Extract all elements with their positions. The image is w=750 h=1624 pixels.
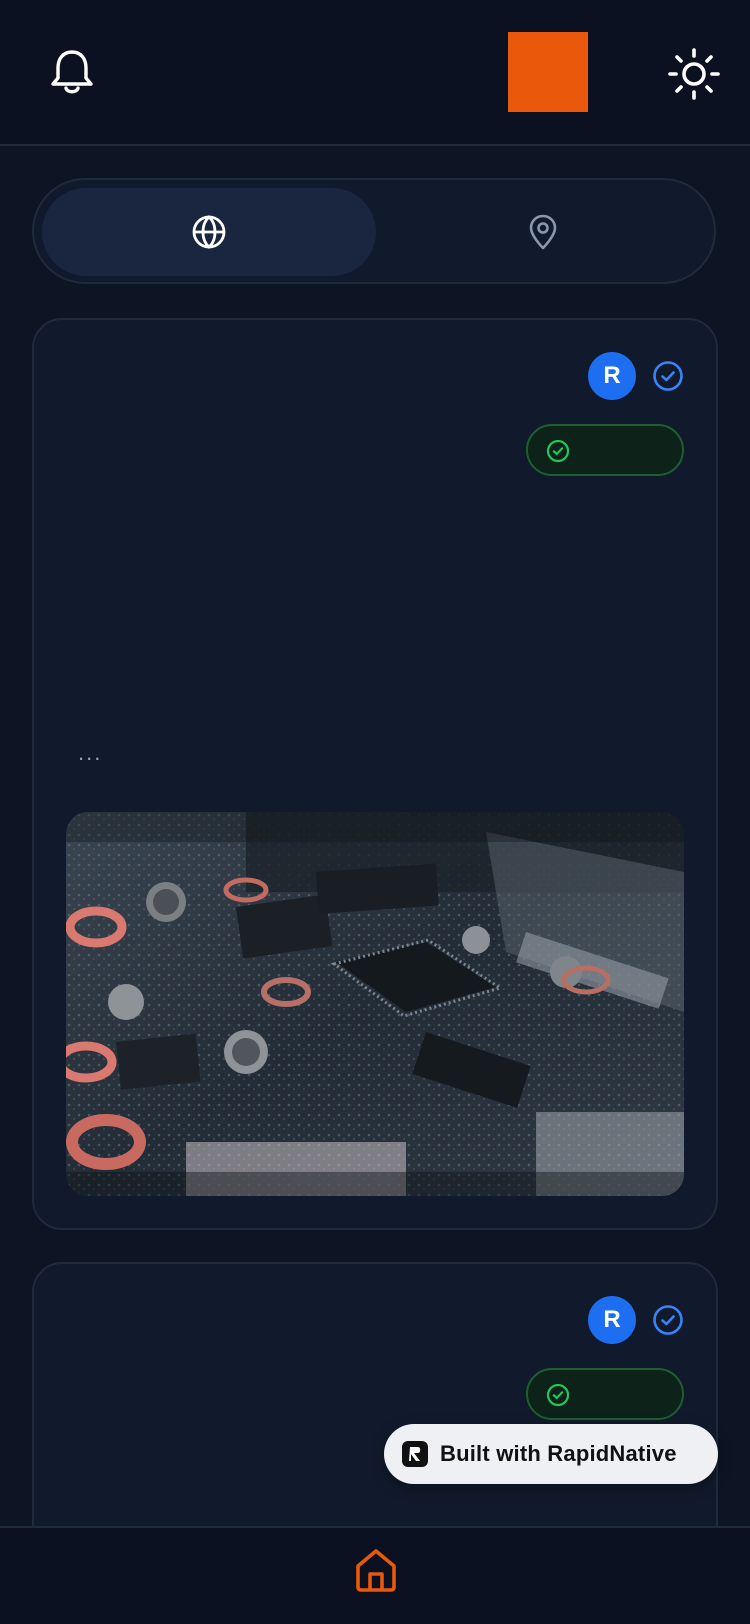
sun-icon[interactable] (668, 48, 720, 100)
globe-icon (192, 215, 226, 249)
status-badge (526, 1368, 684, 1420)
more-text[interactable]: ... (78, 740, 102, 766)
bell-icon[interactable] (48, 46, 96, 96)
avatar[interactable]: R (588, 352, 636, 400)
brand-logo (508, 32, 588, 112)
check-circle-icon (652, 360, 684, 392)
circuit-board-photo[interactable] (66, 812, 684, 1196)
post-card: R ... (32, 318, 718, 1230)
tab-nearby[interactable] (376, 188, 710, 276)
feed-scope-toggle (32, 178, 716, 284)
check-circle-icon (546, 439, 570, 463)
top-header (0, 0, 750, 146)
map-pin-icon (529, 214, 557, 250)
built-with-badge[interactable]: Built with RapidNative (384, 1424, 718, 1484)
status-badge (526, 424, 684, 476)
check-circle-icon (546, 1383, 570, 1407)
tab-global[interactable] (42, 188, 376, 276)
check-circle-icon (652, 1304, 684, 1336)
avatar[interactable]: R (588, 1296, 636, 1344)
badge-label: Built with RapidNative (440, 1441, 677, 1466)
home-icon[interactable] (352, 1546, 400, 1594)
app-screen: R ... R Built with RapidNative (0, 0, 750, 1624)
rapidnative-logo-icon (402, 1441, 428, 1467)
bottom-tab-bar (0, 1526, 750, 1624)
